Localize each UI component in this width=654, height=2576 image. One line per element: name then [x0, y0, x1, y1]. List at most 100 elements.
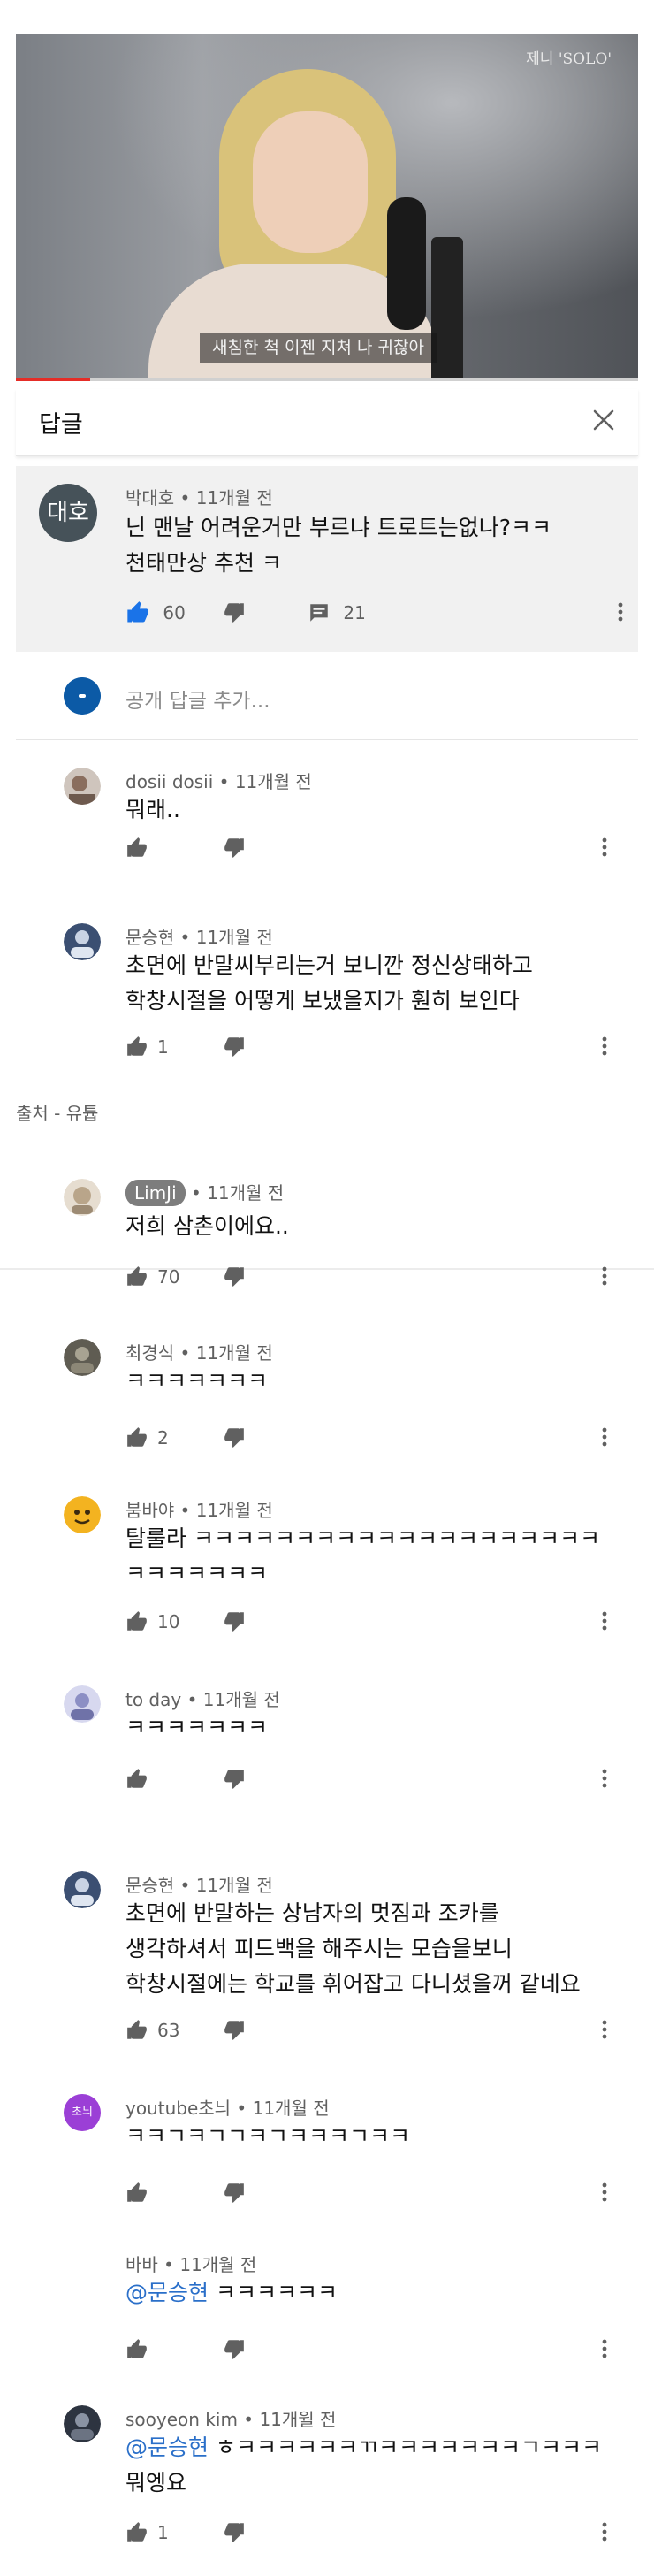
comment-author-chip[interactable]: LimJi	[125, 1180, 186, 1206]
like-count: 60	[163, 602, 186, 623]
comment-icon	[310, 603, 328, 622]
thumbs-down-icon	[224, 603, 244, 623]
avatar[interactable]	[64, 1871, 101, 1908]
comment-actions	[125, 836, 620, 862]
reply-count-button[interactable]: 21	[308, 600, 366, 624]
comment-author[interactable]: 최경식	[125, 1342, 174, 1364]
dislike-button[interactable]	[223, 600, 246, 623]
dislike-button[interactable]	[223, 1767, 246, 1790]
comment-actions: 10	[125, 1609, 620, 1636]
thumbs-up-icon	[127, 2521, 147, 2542]
dislike-button[interactable]	[223, 1035, 246, 1058]
comment-time: 11개월 전	[207, 1182, 285, 1204]
more-options-icon[interactable]	[601, 1767, 608, 1790]
dislike-button[interactable]	[223, 1609, 246, 1632]
comment-actions	[125, 2181, 620, 2207]
comment-meta: 문승현 • 11개월 전	[125, 1875, 273, 1896]
avatar[interactable]	[64, 2405, 101, 2442]
avatar[interactable]	[64, 923, 101, 960]
avatar[interactable]	[64, 768, 101, 805]
dislike-button[interactable]	[223, 2520, 246, 2543]
reply-input[interactable]: 공개 답글 추가...	[125, 684, 270, 714]
comment-actions	[125, 1767, 620, 1793]
video-progress-bar[interactable]	[16, 378, 638, 381]
like-button[interactable]	[125, 2181, 148, 2205]
dislike-button[interactable]	[223, 2018, 246, 2041]
comment-actions: 1	[125, 1035, 620, 1061]
dislike-button[interactable]	[223, 2181, 246, 2204]
user-avatar-icon	[64, 677, 101, 715]
video-progress-fill	[16, 378, 91, 381]
close-icon[interactable]	[589, 405, 619, 435]
video-player[interactable]: 제니 'SOLO' 새침한 척 이젠 지쳐 나 귀찮아	[16, 34, 638, 380]
microphone	[387, 197, 426, 330]
avatar[interactable]	[64, 1179, 101, 1216]
mention-link[interactable]: @문승현	[125, 2280, 209, 2305]
comment-author[interactable]: to day	[125, 1689, 181, 1710]
comment-author[interactable]: 바바	[125, 2254, 158, 2275]
like-button[interactable]: 10	[125, 1609, 179, 1633]
comment-author[interactable]: youtube초늬	[125, 2098, 231, 2119]
avatar[interactable]	[64, 1496, 101, 1533]
parent-comment: 대호 박대호 • 11개월 전 닌 맨날 어려운거만 부르냐 트로트는없나?ㅋㅋ…	[16, 466, 638, 652]
mention-link[interactable]: @문승현	[125, 2435, 209, 2460]
comment-author[interactable]: 붐바야	[125, 1500, 174, 1521]
more-options-icon[interactable]	[601, 2520, 608, 2543]
dislike-button[interactable]	[223, 1426, 246, 1449]
like-button[interactable]: 1	[125, 1035, 169, 1059]
thumbs-down-icon	[224, 1267, 244, 1287]
more-options-icon[interactable]	[601, 836, 608, 859]
like-button[interactable]: 1	[125, 2520, 169, 2544]
thumbs-up-icon	[127, 1265, 147, 1286]
like-button[interactable]	[125, 2337, 148, 2361]
thumbs-up-icon	[127, 1610, 147, 1631]
thumbs-down-icon	[224, 1428, 244, 1448]
avatar[interactable]: 초늬	[64, 2094, 101, 2131]
more-options-icon[interactable]	[601, 2337, 608, 2360]
comment-meta: youtube초늬 • 11개월 전	[125, 2098, 330, 2119]
dislike-button[interactable]	[223, 2337, 246, 2360]
comment-actions: 70	[125, 1265, 620, 1291]
comment-author[interactable]: 문승현	[125, 927, 174, 948]
comment-time: 11개월 전	[195, 487, 273, 508]
like-count: 63	[157, 2019, 180, 2041]
more-options-icon[interactable]	[601, 1426, 608, 1449]
reply-count: 21	[343, 601, 366, 623]
avatar[interactable]	[64, 1339, 101, 1376]
avatar[interactable]: 대호	[39, 484, 97, 542]
dislike-button[interactable]	[223, 1265, 246, 1288]
source-caption: 출처 - 유튭	[16, 1103, 99, 1124]
more-options-icon[interactable]	[601, 1035, 608, 1058]
comment-time: 11개월 전	[195, 927, 273, 948]
more-options-icon[interactable]	[601, 1265, 608, 1288]
thumbs-down-icon	[224, 2340, 244, 2359]
like-button[interactable]: 70	[125, 1265, 179, 1288]
more-options-icon[interactable]	[601, 2181, 608, 2204]
comment-author[interactable]: sooyeon kim	[125, 2409, 238, 2430]
comment-text: 초면에 반말씨부리는거 보니깐 정신상태하고 학창시절을 어떻게 보냈을지가 훤…	[125, 952, 533, 1013]
list-item: LimJi • 11개월 전 저희 삼촌이에요..	[16, 1172, 638, 1269]
avatar[interactable]	[64, 1685, 101, 1723]
more-options-icon[interactable]	[601, 2018, 608, 2041]
thumbs-down-icon	[224, 2183, 244, 2203]
like-button[interactable]	[125, 836, 148, 860]
thumbs-up-icon	[127, 1036, 147, 1056]
replies-title: 답글	[39, 411, 83, 439]
like-button[interactable]: 60	[125, 600, 186, 625]
comment-time: 11개월 전	[202, 1689, 280, 1710]
more-options-icon[interactable]	[601, 1609, 608, 1632]
comment-actions: 1	[125, 2520, 620, 2547]
comment-text: ㅋㅋㄱㅋㄱㄱㅋㄱㅋㅋㅋㄱㅋㅋ	[125, 2123, 411, 2149]
comment-author[interactable]: 박대호	[125, 487, 174, 508]
comment-meta: 붐바야 • 11개월 전	[125, 1500, 273, 1521]
comment-author[interactable]: 문승현	[125, 1875, 174, 1896]
more-options-icon[interactable]	[617, 600, 624, 623]
comment-text: 탈룰라 ㅋㅋㅋㅋㅋㅋㅋㅋㅋㅋㅋㅋㅋㅋㅋㅋㅋㅋㅋㅋ ㅋㅋㅋㅋㅋㅋㅋ	[125, 1525, 600, 1586]
dislike-button[interactable]	[223, 836, 246, 859]
comment-time: 11개월 전	[195, 1342, 273, 1364]
add-reply-row[interactable]: 공개 답글 추가...	[16, 661, 638, 740]
like-button[interactable]: 63	[125, 2018, 179, 2042]
comment-author[interactable]: dosii dosii	[125, 771, 213, 792]
like-button[interactable]: 2	[125, 1426, 169, 1449]
like-button[interactable]	[125, 1767, 148, 1791]
